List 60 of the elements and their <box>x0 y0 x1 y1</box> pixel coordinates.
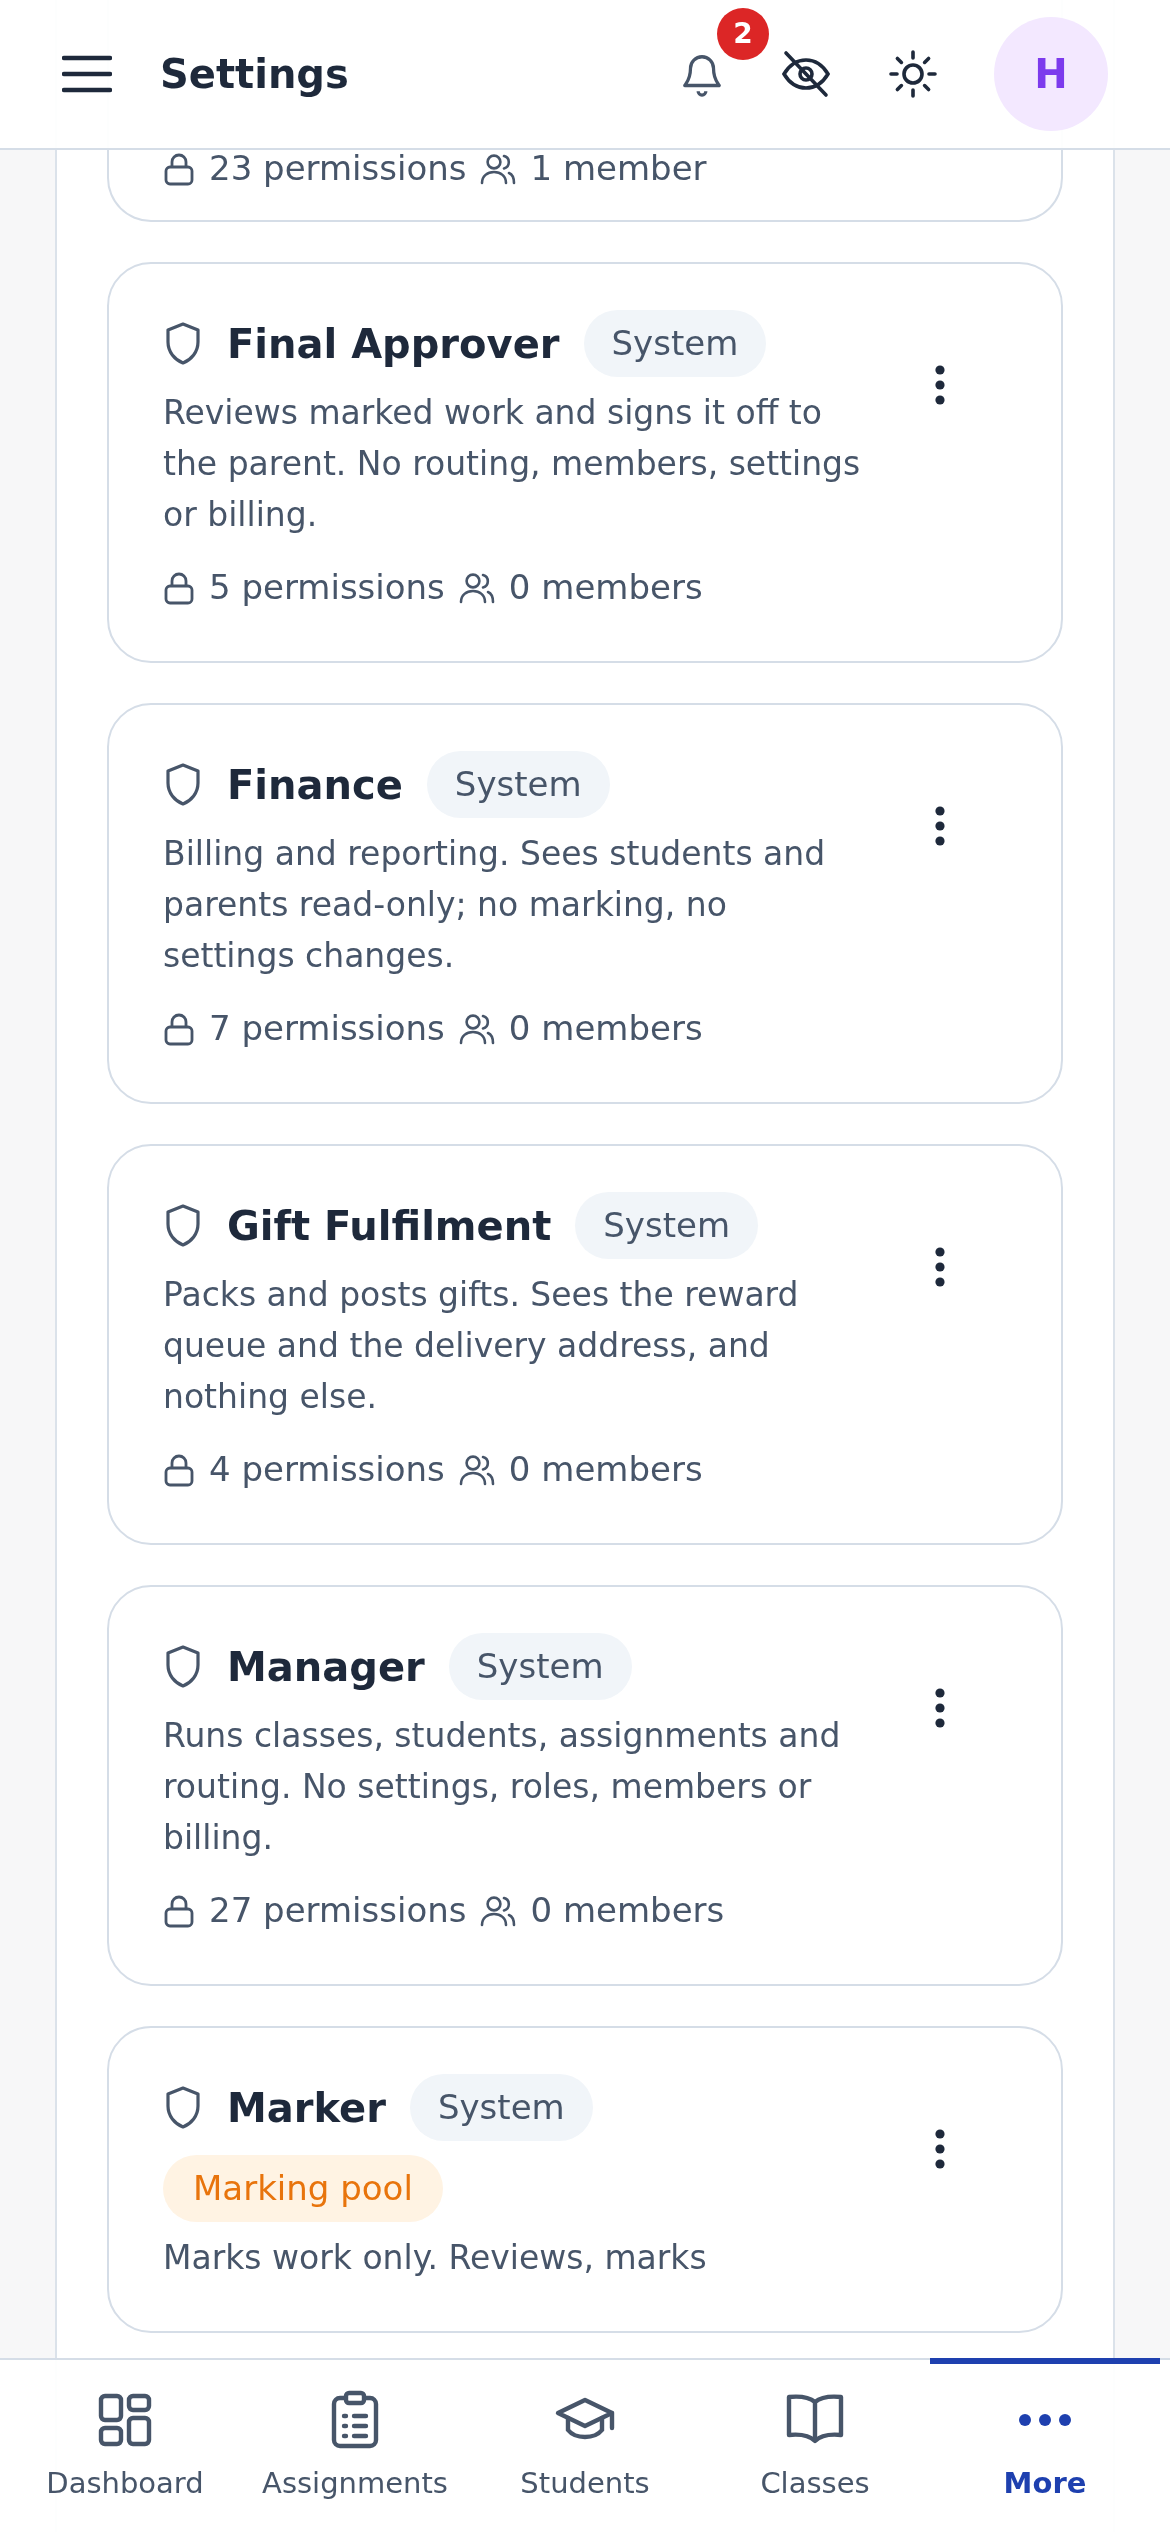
member-count: 0 members <box>508 566 703 609</box>
more-options-icon[interactable] <box>933 805 947 847</box>
system-badge: System <box>409 2074 593 2141</box>
system-badge: System <box>448 1633 632 1700</box>
clipboard-icon <box>330 2390 380 2451</box>
permission-count: 23 permissions <box>209 147 467 190</box>
more-icon <box>1018 2413 1072 2428</box>
member-count: 0 members <box>508 1448 703 1491</box>
users-icon <box>458 1012 495 1045</box>
more-options-icon[interactable] <box>933 364 947 406</box>
nav-tab[interactable]: Students <box>470 2358 700 2532</box>
more-options-icon[interactable] <box>933 1246 947 1288</box>
role-description: Runs classes, students, assignments and routing. No settings, roles, members or billing. <box>163 1715 842 1859</box>
member-count: 0 members <box>508 1007 703 1050</box>
role-tag: Marking pool <box>163 2155 443 2222</box>
shield-icon <box>163 320 203 367</box>
role-name: Marker <box>227 2083 386 2133</box>
shield-icon <box>163 761 203 808</box>
users-icon <box>458 571 495 604</box>
avatar[interactable]: H <box>994 17 1108 131</box>
lock-icon <box>163 1893 195 1928</box>
dashboard-icon <box>97 2392 153 2449</box>
role-name: Gift Fulfilment <box>227 1201 552 1251</box>
sun-icon[interactable] <box>887 48 939 100</box>
users-icon <box>480 1894 517 1927</box>
nav-tab[interactable]: Assignments <box>240 2358 470 2532</box>
users-icon <box>458 1453 495 1486</box>
system-badge: System <box>426 751 610 818</box>
shield-icon <box>163 1643 203 1690</box>
system-badge: System <box>583 310 767 377</box>
role-name: Manager <box>227 1642 425 1692</box>
lock-icon <box>163 570 195 605</box>
menu-icon[interactable] <box>62 54 112 94</box>
member-count: 0 members <box>530 1889 725 1932</box>
eye-off-icon[interactable] <box>780 49 832 99</box>
permission-count: 7 permissions <box>209 1007 445 1050</box>
users-icon <box>480 152 517 185</box>
member-count: 1 member <box>530 147 707 190</box>
permission-count: 4 permissions <box>209 1448 445 1491</box>
nav-tab[interactable]: Classes <box>700 2358 930 2532</box>
page-title: Settings <box>160 50 349 99</box>
more-options-icon[interactable] <box>933 2128 947 2170</box>
role-description: Packs and posts gifts. Sees the reward queue and the delivery address, and nothing else. <box>163 1274 800 1418</box>
more-options-icon[interactable] <box>933 1687 947 1729</box>
role-name: Final Approver <box>227 319 560 369</box>
role-description: Reviews marked work and signs it off to the parent. No routing, members, settings or billing. <box>163 392 862 536</box>
permission-count: 27 permissions <box>209 1889 467 1932</box>
shield-icon <box>163 1202 203 1249</box>
nav-tab[interactable]: Dashboard <box>10 2358 240 2532</box>
notification-count: 2 <box>717 8 769 60</box>
system-badge: System <box>575 1192 759 1259</box>
role-description: Billing and reporting. Sees students and parents read-only; no marking, no settings changes. <box>163 833 827 977</box>
shield-icon <box>163 2084 203 2131</box>
role-description: Marks work only. Reviews, marks <box>163 2237 708 2279</box>
nav-tab[interactable]: More <box>930 2358 1160 2532</box>
lock-icon <box>163 1011 195 1046</box>
lock-icon <box>163 1452 195 1487</box>
lock-icon <box>163 151 195 186</box>
permission-count: 5 permissions <box>209 566 445 609</box>
role-name: Finance <box>227 760 403 810</box>
